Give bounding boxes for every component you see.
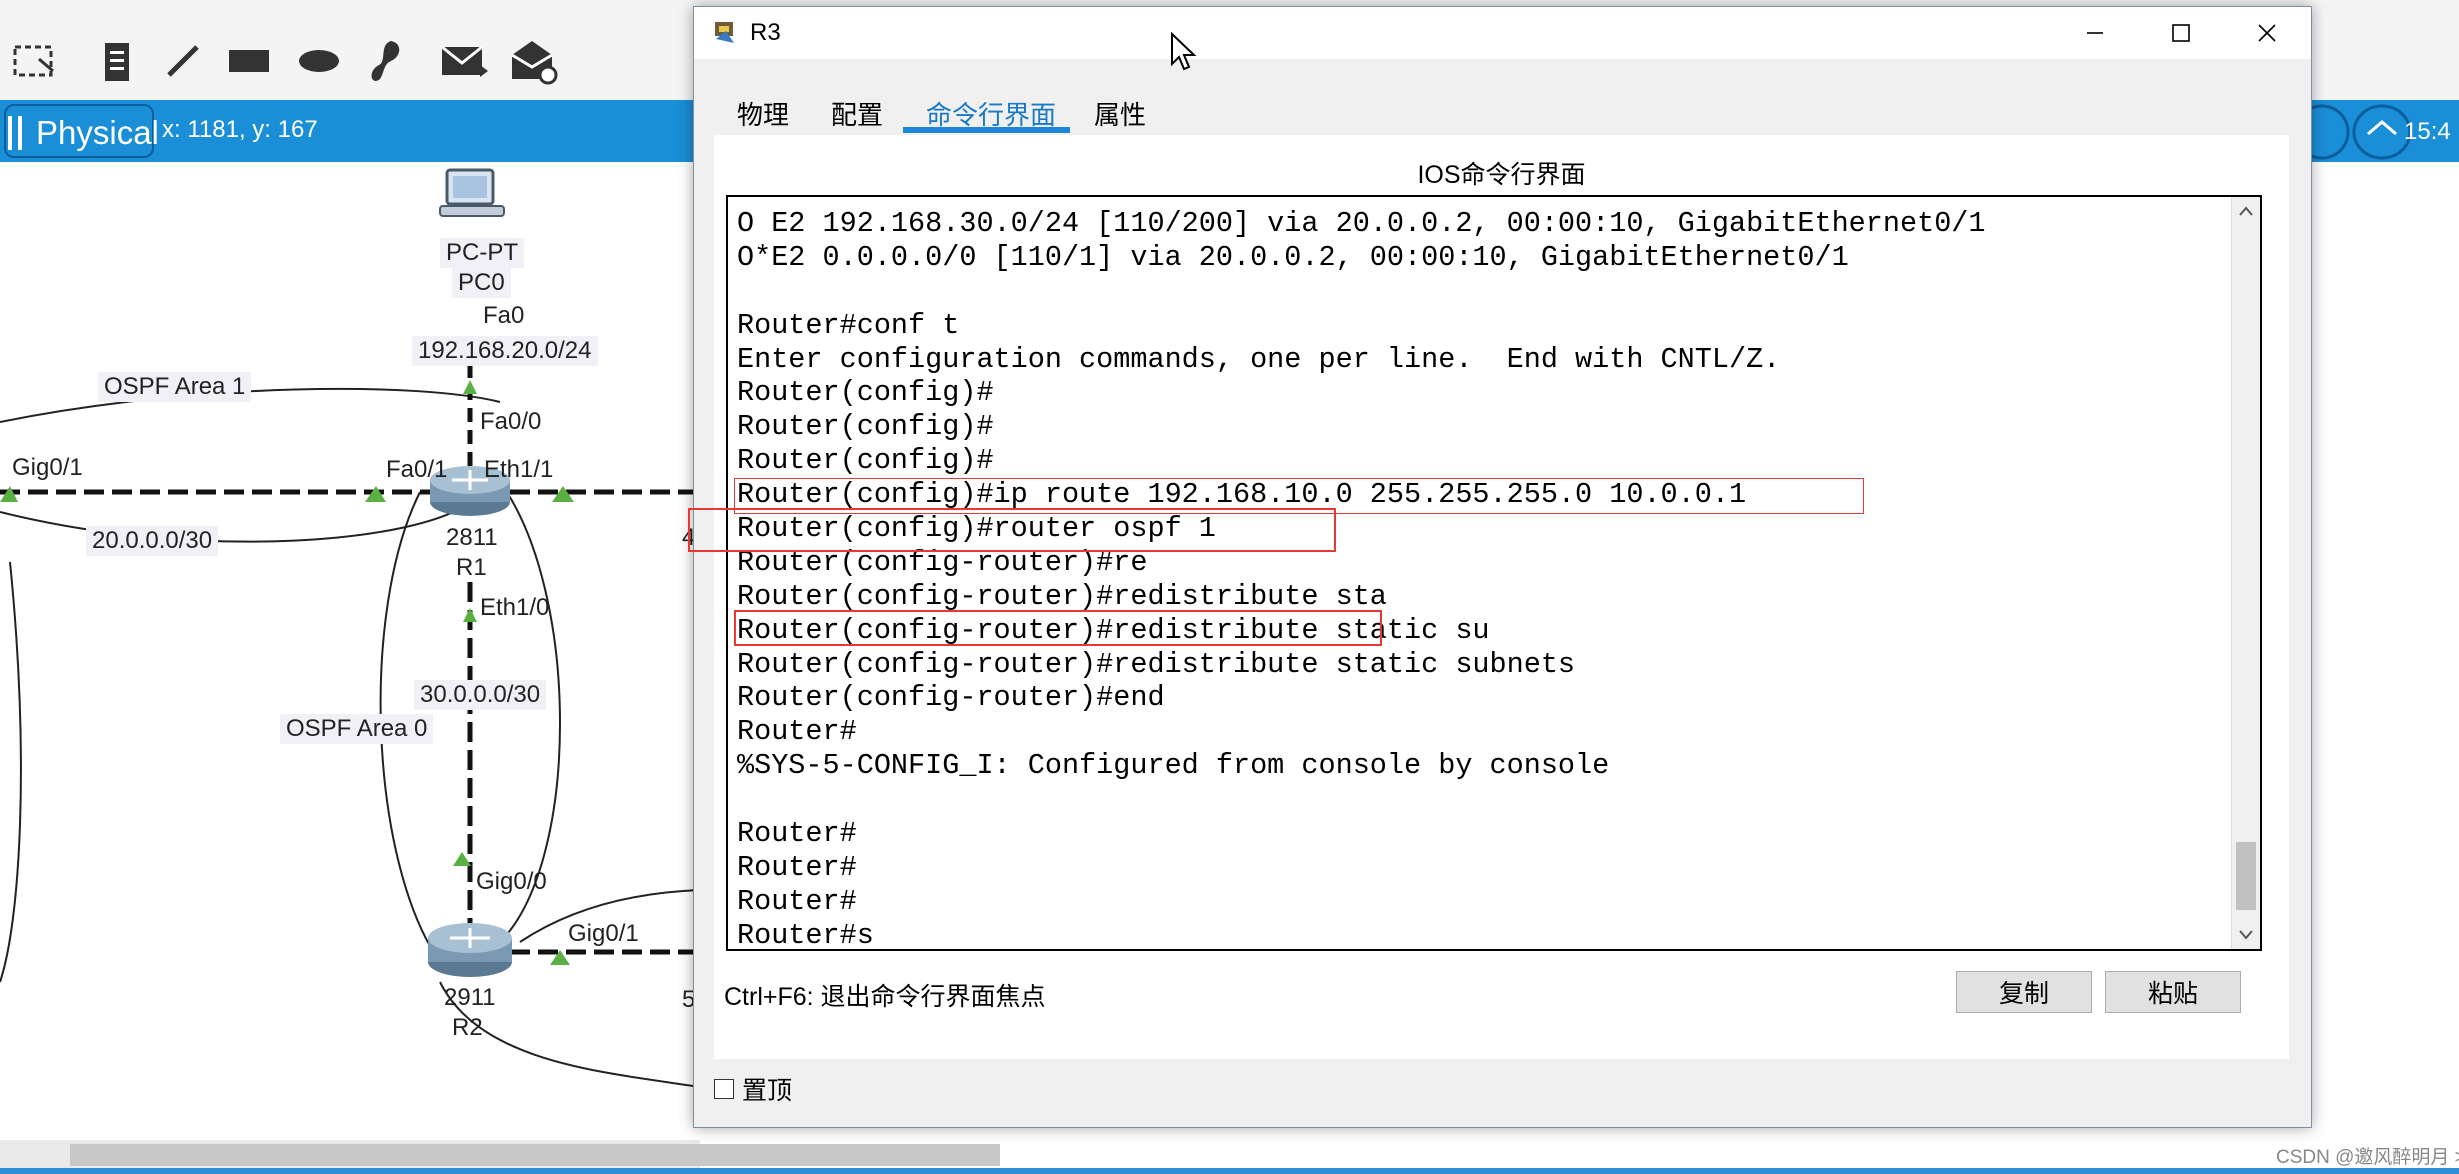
window-tabs: 物理 配置 命令行界面 属性 [694, 59, 2311, 135]
ospf-area1-label: OSPF Area 1 [98, 372, 252, 402]
maximize-button[interactable] [2138, 7, 2224, 59]
canvas-horizontal-scrollbar[interactable] [0, 1140, 1000, 1170]
realtime-clock: 15:4 [2404, 118, 2451, 145]
pc-type-label: PC-PT [440, 238, 524, 268]
terminal-output: O E2 192.168.30.0/24 [110/200] via 20.0.… [737, 207, 2230, 951]
terminal-line: Router(config-router)#redistribute stati… [737, 647, 1576, 681]
terminal-line: O E2 192.168.30.0/24 [110/200] via 20.0.… [737, 207, 1986, 240]
scroll-up-icon[interactable] [2236, 201, 2256, 221]
pc-name-label: PC0 [452, 268, 511, 298]
r1-eth10-label: Eth1/0 [480, 594, 550, 621]
r1-eth11-label: Eth1/1 [484, 456, 554, 483]
bottom-status-strip [0, 1168, 2459, 1174]
scroll-down-icon[interactable] [2236, 925, 2256, 945]
terminal-line: Router(config)# [737, 444, 994, 478]
cursor-coordinates: x: 1181, y: 167 [162, 116, 318, 143]
terminal-line: Router(config-router)#end [737, 681, 1165, 715]
rectangle-icon[interactable] [222, 34, 276, 88]
link-30-label: 30.0.0.0/30 [414, 680, 547, 710]
ellipse-icon[interactable] [292, 34, 346, 88]
terminal-line: Router#conf t [737, 308, 960, 342]
window-title: R3 [750, 19, 781, 46]
focus-hint: Ctrl+F6: 退出命令行界面焦点 [724, 983, 1046, 1011]
window-titlebar[interactable]: R3 [694, 7, 2311, 59]
freeform-icon[interactable] [360, 34, 414, 88]
terminal-line: %SYS-5-CONFIG_I: Configured from console… [737, 749, 1610, 783]
r1-name-label: R1 [456, 554, 487, 581]
link-20-label: 20.0.0.0/30 [86, 526, 219, 556]
copy-button[interactable]: 复制 [1956, 971, 2092, 1013]
close-button[interactable] [2224, 7, 2310, 59]
lan-network-label: 192.168.20.0/24 [412, 336, 598, 366]
minimize-icon [2087, 32, 2103, 34]
highlight-redistribute [734, 610, 1382, 646]
r2-gig01-label: Gig0/1 [568, 920, 639, 947]
highlight-router-ospf [688, 508, 1336, 552]
r2-model-label: 2911 [444, 984, 496, 1011]
close-icon [2258, 24, 2276, 42]
tab-attributes[interactable]: 属性 [1094, 95, 1146, 132]
terminal-line: Enter configuration commands, one per li… [737, 342, 1781, 376]
topology-canvas[interactable]: PC-PT PC0 Fa0 192.168.20.0/24 Fa0/0 OSPF… [0, 162, 700, 1142]
active-tab-indicator [903, 127, 1070, 133]
terminal-line: Router# [737, 850, 857, 884]
terminal-scrollbar[interactable] [2231, 197, 2260, 949]
tab-physical[interactable]: 物理 [737, 95, 789, 132]
terminal-line: Router(config)# [737, 376, 994, 410]
simple-pdu-icon[interactable] [438, 34, 492, 88]
watermark: CSDN @邀风醉明月 > [2276, 1147, 2459, 1168]
select-area-icon[interactable] [8, 34, 62, 88]
terminal-line: Router# [737, 817, 857, 851]
tab-config[interactable]: 配置 [831, 95, 883, 132]
r1-fa00-label: Fa0/0 [480, 408, 542, 435]
r1-fa01-label: Fa0/1 [386, 456, 448, 483]
pc-iface-label: Fa0 [483, 302, 525, 329]
gig01-left-label: Gig0/1 [12, 454, 83, 481]
router-r3-window: R3 物理 配置 命令行界面 属性 IOS命令行界面 O E2 192.168.… [693, 6, 2312, 1128]
minimize-button[interactable] [2052, 7, 2138, 59]
terminal-line: Router# [737, 715, 857, 749]
ios-cli-heading: IOS命令行界面 [1417, 161, 1586, 189]
note-icon[interactable] [90, 34, 144, 88]
physical-tab[interactable]: Physical [4, 104, 159, 158]
r2-gig00-label: Gig0/0 [476, 868, 547, 895]
ios-terminal[interactable]: O E2 192.168.30.0/24 [110/200] via 20.0.… [726, 195, 2262, 951]
terminal-line: O*E2 0.0.0.0/0 [110/1] via 20.0.0.2, 00:… [737, 240, 1849, 274]
r1-model-label: 2811 [446, 524, 498, 551]
checkbox-box[interactable] [714, 1079, 734, 1099]
terminal-line: Router(config-router)#redistribute sta [737, 579, 1387, 613]
complex-pdu-icon[interactable] [506, 34, 560, 88]
paste-button[interactable]: 粘贴 [2105, 971, 2241, 1013]
scroll-thumb[interactable] [2236, 842, 2256, 910]
line-icon[interactable] [156, 34, 210, 88]
physical-icon [8, 116, 22, 150]
terminal-line: Router#s [737, 918, 874, 951]
mouse-pointer-icon [1170, 31, 1197, 77]
cli-panel: IOS命令行界面 O E2 192.168.30.0/24 [110/200] … [714, 135, 2289, 1059]
ospf-area0-label: OSPF Area 0 [280, 714, 434, 744]
pin-label: 置顶 [742, 1077, 793, 1105]
maximize-icon [2172, 24, 2190, 42]
terminal-line: Router(config)# [737, 410, 994, 444]
r2-name-label: R2 [452, 1014, 483, 1041]
pin-on-top-checkbox[interactable]: 置顶 [714, 1071, 792, 1107]
packet-tracer-app-icon [712, 19, 738, 45]
terminal-line: Router# [737, 884, 857, 918]
